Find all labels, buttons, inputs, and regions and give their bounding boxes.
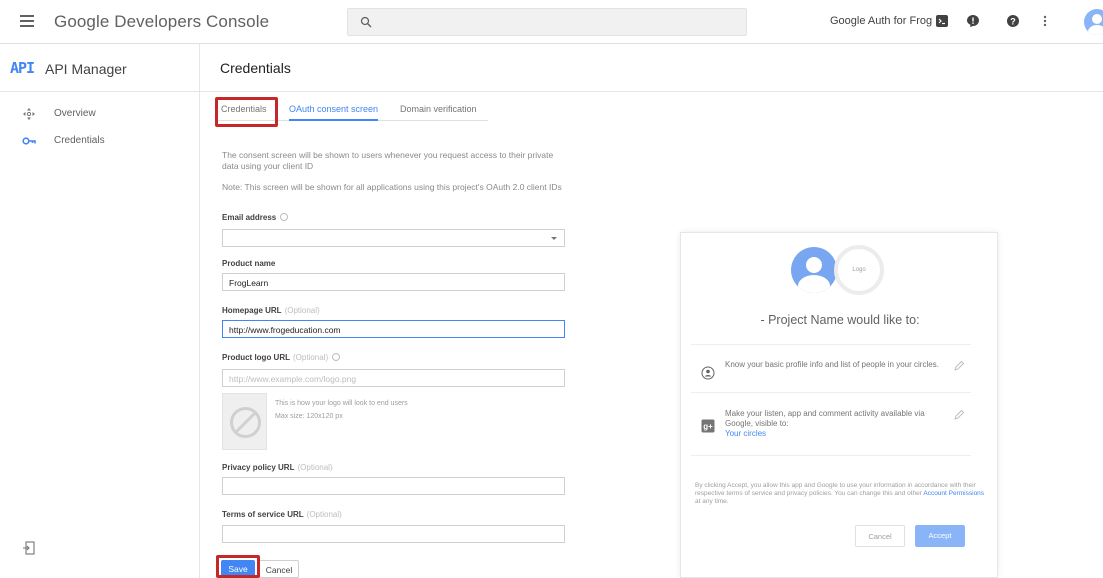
email-label: Email address <box>222 213 289 222</box>
divider <box>691 344 971 345</box>
chevron-down-icon <box>551 237 557 240</box>
key-icon <box>22 137 36 145</box>
search-input[interactable] <box>347 8 747 36</box>
homepage-url-field[interactable]: http://www.frogeducation.com <box>222 320 565 338</box>
homepage-label: Homepage URL (Optional) <box>222 306 320 315</box>
your-circles-link[interactable]: Your circles <box>725 429 950 439</box>
menu-icon[interactable] <box>20 15 34 27</box>
svg-text:?: ? <box>1010 16 1016 26</box>
user-avatar-icon <box>791 247 837 293</box>
preview-cancel-button[interactable]: Cancel <box>855 525 905 547</box>
divider <box>691 392 971 393</box>
help-circle-icon[interactable] <box>280 213 289 221</box>
consent-intro: The consent screen will be shown to user… <box>222 150 554 171</box>
profile-icon <box>701 366 715 380</box>
app-logo-placeholder: Logo <box>834 245 884 295</box>
preview-title: - Project Name would like to: <box>760 313 920 327</box>
logo-url-label: Product logo URL (Optional) <box>222 353 341 362</box>
privacy-label: Privacy policy URL (Optional) <box>222 463 333 472</box>
account-avatar[interactable] <box>1084 9 1103 35</box>
account-permissions-link[interactable]: Account Permissions <box>923 490 984 497</box>
more-vert-icon[interactable] <box>1038 14 1052 28</box>
project-name: Google Auth for Frog <box>830 15 933 27</box>
svg-text:g+: g+ <box>703 422 713 431</box>
terms-url-field[interactable] <box>222 525 565 543</box>
cloud-shell-icon[interactable] <box>935 14 949 28</box>
logo-preview-box <box>222 393 267 450</box>
divider <box>691 455 971 456</box>
privacy-url-field[interactable] <box>222 477 565 495</box>
email-select[interactable] <box>222 229 565 247</box>
edit-icon[interactable] <box>953 360 965 372</box>
logo-size-note: Max size: 120x120 px <box>275 413 343 420</box>
help-icon[interactable]: ? <box>1006 14 1020 28</box>
tab-domain-verification[interactable]: Domain verification <box>400 96 477 120</box>
api-manager-title: API Manager <box>45 61 127 77</box>
logo-url-field[interactable]: http://www.example.com/logo.png <box>222 369 565 387</box>
consent-preview-card: Logo - Project Name would like to: Know … <box>680 232 998 578</box>
project-selector[interactable]: Google Auth for Frog <box>830 15 949 27</box>
feedback-icon[interactable] <box>966 14 980 28</box>
tab-oauth-consent-screen[interactable]: OAuth consent screen <box>289 96 379 121</box>
edit-icon[interactable] <box>953 409 965 421</box>
help-circle-icon[interactable] <box>332 353 341 361</box>
content-header: Credentials <box>200 44 1103 92</box>
highlight-save-button <box>216 555 260 578</box>
cancel-button[interactable]: Cancel <box>259 560 299 578</box>
google-plus-icon: g+ <box>701 419 715 433</box>
sidebar-item-overview[interactable]: Overview <box>0 104 199 126</box>
terms-label: Terms of service URL (Optional) <box>222 510 342 519</box>
api-logo: API <box>10 59 35 77</box>
collapse-sidebar-icon[interactable] <box>22 541 36 555</box>
sidebar: API API Manager Overview Credentials <box>0 44 200 578</box>
product-name-field[interactable]: FrogLearn <box>222 273 565 291</box>
sidebar-item-credentials[interactable]: Credentials <box>0 131 199 153</box>
sidebar-item-label: Overview <box>54 108 96 119</box>
page-title: Credentials <box>220 60 291 76</box>
overview-icon <box>23 108 35 120</box>
permission-activity: Make your listen, app and comment activi… <box>725 409 950 439</box>
api-manager-header: API API Manager <box>0 44 200 92</box>
consent-note: Note: This screen will be shown for all … <box>222 182 562 192</box>
logo-note: This is how your logo will look to end u… <box>275 400 408 407</box>
permission-profile: Know your basic profile info and list of… <box>725 360 939 369</box>
no-image-icon <box>230 407 261 438</box>
sidebar-item-label: Credentials <box>54 135 105 146</box>
preview-accept-button[interactable]: Accept <box>915 525 965 547</box>
product-name-label: Product name <box>222 259 276 268</box>
search-icon <box>360 16 372 28</box>
top-bar: Google Developers Console Google Auth fo… <box>0 0 1103 44</box>
legal-text: By clicking Accept, you allow this app a… <box>695 482 985 505</box>
console-brand[interactable]: Google Developers Console <box>54 12 269 32</box>
highlight-credentials-tab <box>215 97 278 127</box>
